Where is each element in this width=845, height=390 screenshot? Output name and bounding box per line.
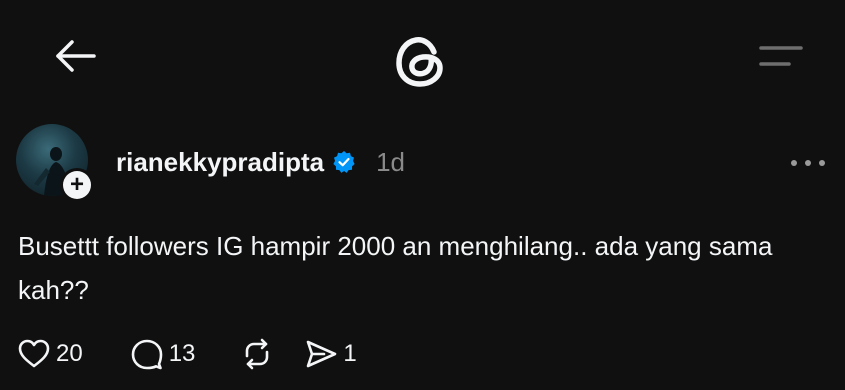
follow-button[interactable]: + [60,168,94,202]
username[interactable]: rianekkypradipta [116,147,324,178]
more-options-button[interactable] [788,152,828,174]
plus-icon: + [63,171,91,199]
post-timestamp: 1d [376,146,406,177]
menu-button[interactable] [755,40,807,74]
like-button[interactable]: 20 [16,336,83,372]
post-body-text: Busettt followers IG hampir 2000 an meng… [18,231,773,305]
back-arrow-icon [56,40,96,72]
avatar-container: + [16,124,96,204]
like-count: 20 [56,340,83,367]
comment-icon [131,339,163,370]
top-bar [0,0,845,110]
share-icon [307,340,337,368]
repost-icon [246,338,269,370]
reply-count: 13 [168,340,196,367]
heart-icon [18,339,50,368]
menu-icon [759,46,803,66]
post-header: rianekkypradipta 1d [116,144,405,180]
post-actions: 20 13 1 [16,332,357,376]
repost-button[interactable] [239,336,275,372]
back-button[interactable] [52,34,100,78]
more-options-icon [791,160,825,166]
share-count: 1 [343,340,357,367]
threads-logo-icon[interactable] [390,30,452,92]
thread-post: + rianekkypradipta 1d Busettt followers … [0,118,845,390]
verified-badge-icon [333,151,355,173]
share-button[interactable]: 1 [303,336,357,372]
reply-button[interactable]: 13 [129,336,196,372]
